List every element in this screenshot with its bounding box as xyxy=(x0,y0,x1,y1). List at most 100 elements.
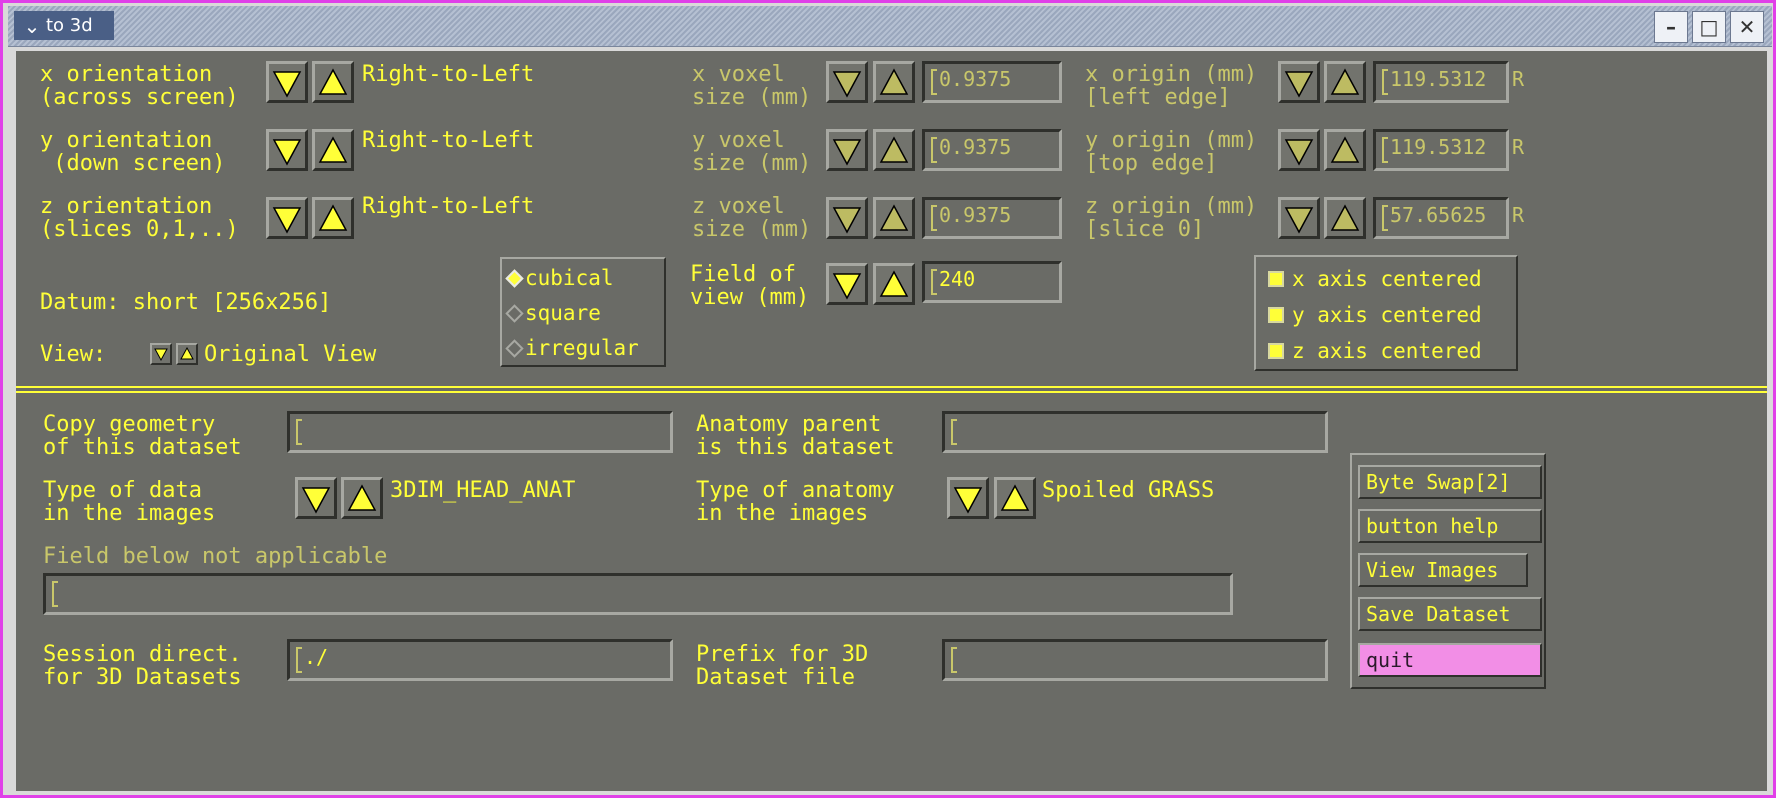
prefix-input[interactable] xyxy=(942,639,1328,681)
x-origin-up-button[interactable] xyxy=(1324,61,1366,103)
x-centered-checkbox[interactable]: x axis centered xyxy=(1268,267,1482,291)
z-voxel-up-button[interactable] xyxy=(873,197,915,239)
data-type-up-button[interactable] xyxy=(341,477,383,519)
z-centered-label: z axis centered xyxy=(1292,339,1482,363)
arrow-down-icon xyxy=(272,139,302,166)
prefix-label: Prefix for 3D Dataset file xyxy=(696,642,869,690)
z-orientation-down-button[interactable] xyxy=(266,197,308,239)
x-voxel-input[interactable]: 0.9375 xyxy=(922,61,1062,103)
datum-label: Datum: short [256x256] xyxy=(40,290,332,315)
x-origin-side: R xyxy=(1512,67,1525,91)
arrow-up-icon xyxy=(1000,484,1030,511)
maximize-icon[interactable]: □ xyxy=(1692,11,1726,43)
arrow-up-icon xyxy=(1330,204,1360,231)
copy-geometry-input[interactable] xyxy=(287,411,673,453)
arrow-down-icon xyxy=(154,348,168,362)
radio-irregular[interactable]: irregular xyxy=(505,336,639,360)
arrow-up-icon xyxy=(1330,136,1360,163)
z-voxel-input[interactable]: 0.9375 xyxy=(922,197,1062,239)
z-voxel-down-button[interactable] xyxy=(826,197,868,239)
z-origin-input[interactable]: 57.65625 xyxy=(1373,197,1509,239)
arrow-down-icon xyxy=(1284,207,1314,234)
anatomy-type-label: Type of anatomy in the images xyxy=(696,478,895,526)
x-voxel-value: 0.9375 xyxy=(939,67,1012,91)
arrow-down-icon xyxy=(832,71,862,98)
quit-button[interactable]: quit xyxy=(1358,643,1542,677)
anatomy-type-up-button[interactable] xyxy=(994,477,1036,519)
z-origin-label: z origin (mm) [slice 0] xyxy=(1085,194,1258,242)
x-voxel-label: x voxel size (mm) xyxy=(692,62,812,110)
z-centered-checkbox[interactable]: z axis centered xyxy=(1268,339,1482,363)
z-origin-up-button[interactable] xyxy=(1324,197,1366,239)
session-label: Session direct. for 3D Datasets xyxy=(43,642,242,690)
view-up-button[interactable] xyxy=(176,343,198,365)
arrow-up-icon xyxy=(879,204,909,231)
fov-input[interactable]: 240 xyxy=(922,261,1062,303)
arrow-up-icon xyxy=(318,68,348,95)
arrow-up-icon xyxy=(180,346,194,360)
y-orientation-up-button[interactable] xyxy=(312,129,354,171)
z-origin-side: R xyxy=(1512,203,1525,227)
view-value: Original View xyxy=(204,342,377,367)
z-orientation-up-button[interactable] xyxy=(312,197,354,239)
x-origin-down-button[interactable] xyxy=(1278,61,1320,103)
view-down-button[interactable] xyxy=(150,343,172,365)
radio-cubical[interactable]: cubical xyxy=(505,266,614,290)
checkbox-checked-icon xyxy=(1268,343,1284,359)
data-type-value: 3DIM_HEAD_ANAT xyxy=(390,478,576,503)
x-centered-label: x axis centered xyxy=(1292,267,1482,291)
radio-square[interactable]: square xyxy=(505,301,601,325)
view-label: View: xyxy=(40,342,107,367)
close-icon[interactable]: ✕ xyxy=(1730,11,1764,43)
z-orientation-label: z orientation (slices 0,1,..) xyxy=(40,194,239,242)
x-orientation-label: x orientation (across screen) xyxy=(40,62,239,110)
radio-selected-icon xyxy=(505,268,524,288)
radio-irregular-label: irregular xyxy=(525,336,639,360)
y-voxel-input[interactable]: 0.9375 xyxy=(922,129,1062,171)
y-origin-input[interactable]: 119.5312 xyxy=(1373,129,1509,171)
fov-label: Field of view (mm) xyxy=(690,262,810,310)
x-orientation-down-button[interactable] xyxy=(266,61,308,103)
anatomy-parent-label: Anatomy parent is this dataset xyxy=(696,412,895,460)
byte-swap-button[interactable]: Byte Swap[2] xyxy=(1358,465,1542,499)
view-images-button[interactable]: View Images xyxy=(1358,553,1528,587)
y-origin-down-button[interactable] xyxy=(1278,129,1320,171)
fov-value: 240 xyxy=(939,267,976,291)
radio-unselected-icon xyxy=(505,303,524,323)
y-voxel-up-button[interactable] xyxy=(873,129,915,171)
radio-square-label: square xyxy=(525,301,601,325)
y-orientation-down-button[interactable] xyxy=(266,129,308,171)
fov-down-button[interactable] xyxy=(826,263,868,305)
title-bar[interactable]: ⌄ to 3d – □ ✕ xyxy=(8,6,1772,47)
window-controls: – □ ✕ xyxy=(1654,11,1764,43)
radio-unselected-icon xyxy=(505,338,524,358)
x-origin-input[interactable]: 119.5312 xyxy=(1373,61,1509,103)
y-orientation-value: Right-to-Left xyxy=(362,128,535,153)
z-origin-down-button[interactable] xyxy=(1278,197,1320,239)
minimize-icon[interactable]: – xyxy=(1654,11,1688,43)
x-origin-label: x origin (mm) [left edge] xyxy=(1085,62,1258,110)
arrow-up-icon xyxy=(1330,68,1360,95)
arrow-down-icon xyxy=(832,207,862,234)
anatomy-parent-input[interactable] xyxy=(942,411,1328,453)
y-origin-value: 119.5312 xyxy=(1390,135,1487,159)
x-orientation-up-button[interactable] xyxy=(312,61,354,103)
fov-up-button[interactable] xyxy=(873,263,915,305)
data-type-down-button[interactable] xyxy=(295,477,337,519)
x-voxel-up-button[interactable] xyxy=(873,61,915,103)
arrow-down-icon xyxy=(832,139,862,166)
button-help-button[interactable]: button help xyxy=(1358,509,1542,543)
y-origin-up-button[interactable] xyxy=(1324,129,1366,171)
session-input[interactable]: ./ xyxy=(287,639,673,681)
y-centered-checkbox[interactable]: y axis centered xyxy=(1268,303,1482,327)
y-centered-label: y axis centered xyxy=(1292,303,1482,327)
arrow-up-icon xyxy=(879,270,909,297)
na-field-input[interactable] xyxy=(43,573,1233,615)
save-dataset-button[interactable]: Save Dataset xyxy=(1358,597,1542,631)
y-voxel-down-button[interactable] xyxy=(826,129,868,171)
y-origin-side: R xyxy=(1512,135,1525,159)
anatomy-type-down-button[interactable] xyxy=(947,477,989,519)
chevron-down-icon[interactable]: ⌄ xyxy=(18,14,46,38)
main-panel: x orientation (across screen) Right-to-L… xyxy=(16,51,1767,791)
x-voxel-down-button[interactable] xyxy=(826,61,868,103)
